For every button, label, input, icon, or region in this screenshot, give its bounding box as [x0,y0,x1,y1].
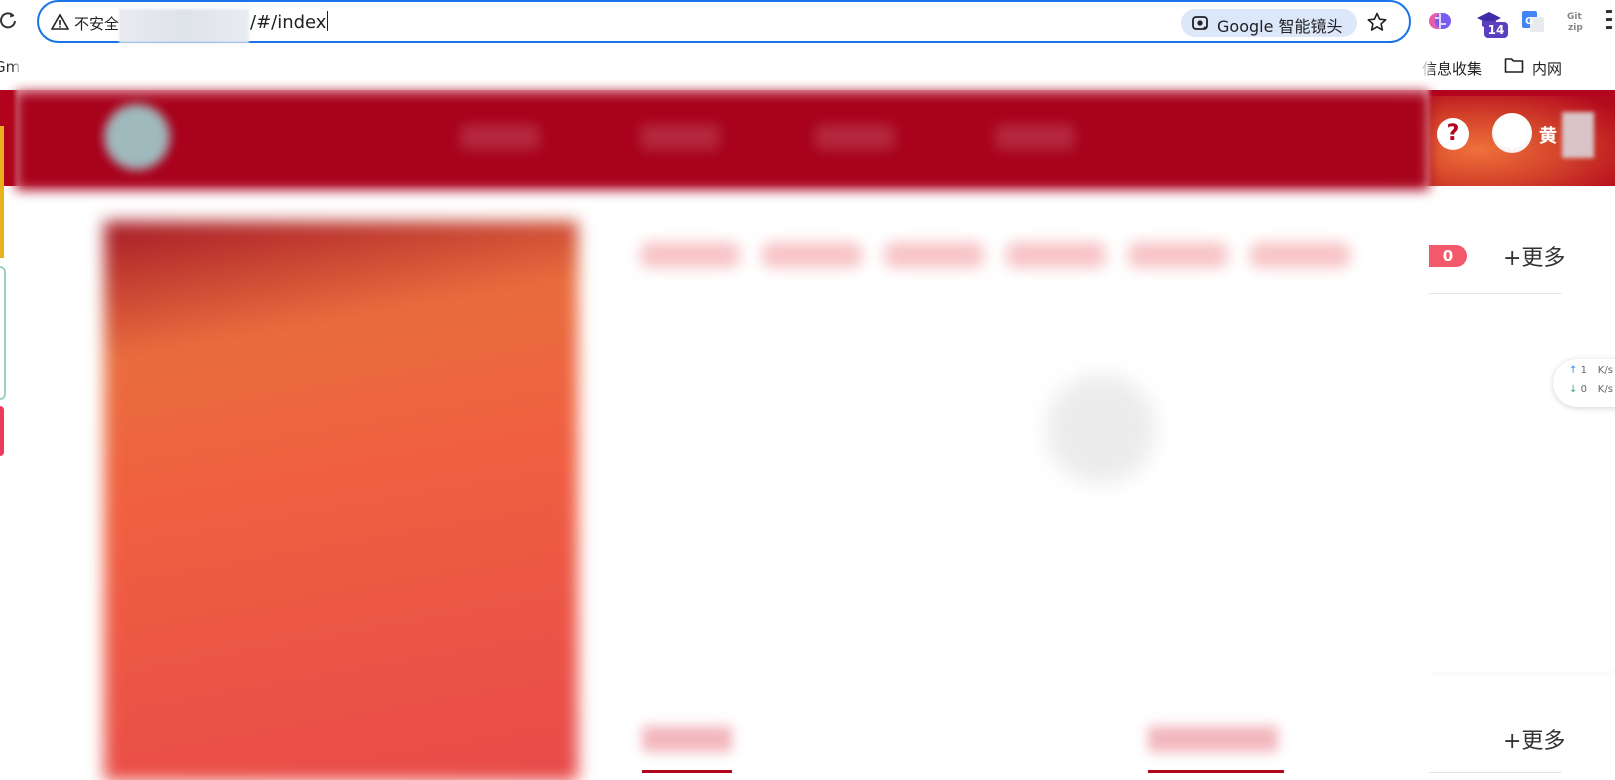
side-tab-gold[interactable] [0,126,4,258]
blurred-logo [104,104,170,170]
lens-icon [1192,16,1208,30]
blurred-section-underline [1148,770,1284,773]
svg-text:G: G [1525,16,1533,27]
side-tab-pink[interactable] [0,406,4,456]
brain-extension-icon[interactable] [1427,8,1453,34]
redacted-user-name [1562,112,1594,158]
download-speed: ↓ 0 K/s [1569,384,1613,395]
insecure-label[interactable]: 不安全 [74,13,119,34]
avatar[interactable] [1492,113,1532,153]
blurred-tab [762,242,862,268]
upload-speed: ↑ 1 K/s [1569,365,1613,376]
blurred-nav-item [460,124,540,150]
more-menu-icon[interactable] [1606,10,1612,30]
count-badge: 0 [1429,245,1467,267]
translate-extension-icon[interactable]: G [1520,8,1546,34]
blurred-banner [104,221,578,780]
notice-panel [1429,222,1615,672]
google-lens-button[interactable]: Google 智能镜头 [1181,9,1357,37]
side-tab-green[interactable] [0,266,6,400]
folder-icon [1504,58,1524,73]
blurred-section-title [642,726,732,752]
gitzip-extension-icon[interactable]: Git zip [1565,8,1591,34]
blurred-section-underline [642,770,732,773]
blurred-nav-item [815,124,895,150]
panel-divider-bottom [1429,772,1562,773]
blurred-nav-item [640,124,720,150]
blurred-empty-state [1046,374,1156,484]
user-name[interactable]: 黄 [1539,122,1557,148]
star-icon[interactable] [1366,11,1388,33]
blurred-tab [1128,242,1228,268]
blurred-header [16,92,1429,190]
upload-arrow-icon: ↑ [1569,365,1578,376]
url-text[interactable]: /#/index [250,11,329,33]
svg-text:zip: zip [1568,23,1583,33]
blurred-tab [1250,242,1350,268]
panel-divider [1429,293,1562,294]
blurred-tab [640,242,740,268]
address-bar[interactable]: 不安全 /#/index Google 智能镜头 [37,0,1411,43]
extension-badge: 14 [1484,22,1508,38]
warning-icon[interactable] [51,13,69,31]
bookmark-info-collect[interactable]: 信息收集 [1422,58,1482,79]
help-icon[interactable]: ? [1437,118,1469,150]
network-speed-widget[interactable]: ↑ 1 K/s ↓ 0 K/s [1553,359,1615,407]
redacted-host [119,9,249,43]
download-arrow-icon: ↓ [1569,384,1578,395]
blurred-tab [1006,242,1106,268]
more-link-bottom[interactable]: +更多 [1503,723,1565,755]
svg-text:Git: Git [1567,12,1582,22]
reload-icon[interactable] [0,10,18,30]
blurred-nav-item [995,124,1075,150]
blurred-section-title [1148,726,1278,752]
lens-label: Google 智能镜头 [1217,17,1343,36]
bookmark-intranet[interactable]: 内网 [1532,58,1562,79]
more-link[interactable]: +更多 [1503,240,1565,272]
blurred-tab [884,242,984,268]
